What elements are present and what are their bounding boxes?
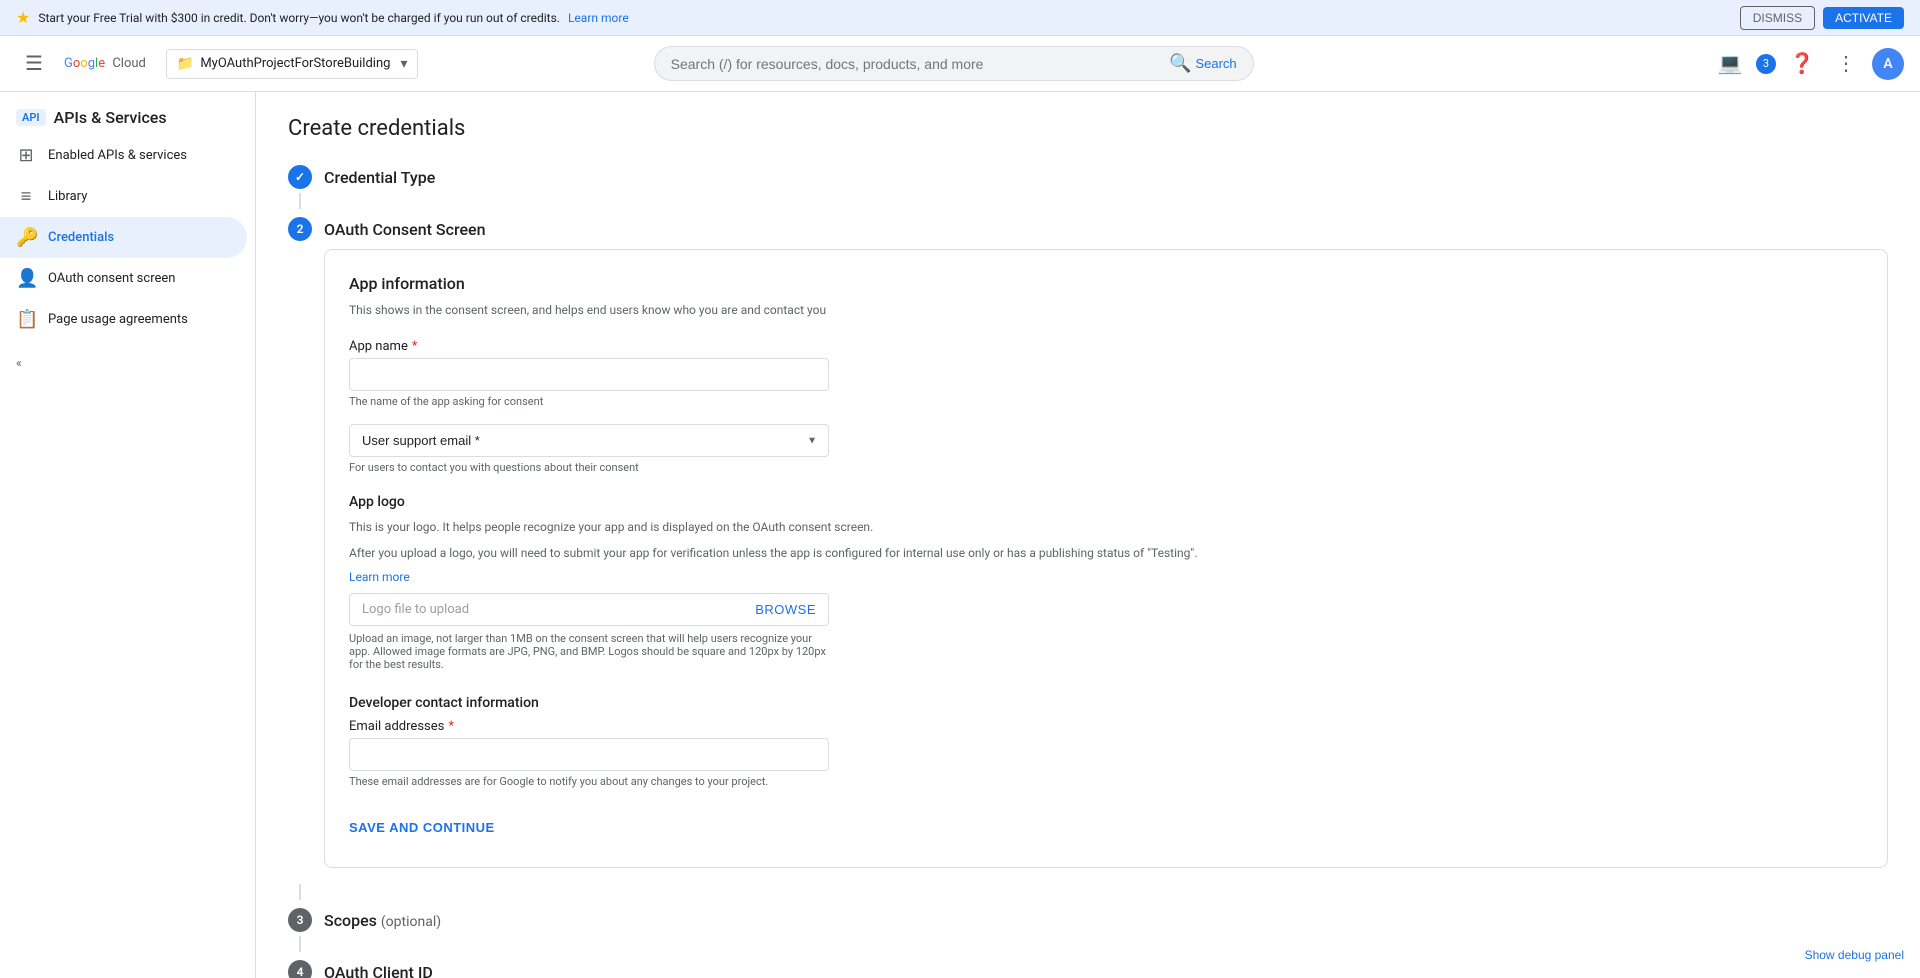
project-selector[interactable]: 📁 MyOAuthProjectForStoreBuilding ▾ bbox=[166, 49, 419, 79]
more-options-button[interactable]: ⋮ bbox=[1828, 46, 1864, 82]
top-banner: ★ Start your Free Trial with $300 in cre… bbox=[0, 0, 1920, 36]
credentials-icon: 🔑 bbox=[16, 227, 36, 248]
step-2-title: OAuth Consent Screen bbox=[324, 220, 486, 239]
step-2-section: 2 OAuth Consent Screen App information T… bbox=[288, 217, 1888, 900]
google-cloud-logo[interactable]: Google Cloud bbox=[64, 56, 146, 71]
banner-learn-more-link[interactable]: Learn more bbox=[568, 11, 629, 25]
page-usage-icon: 📋 bbox=[16, 309, 36, 330]
logo-text: Google Cloud bbox=[64, 56, 146, 71]
step-3-section: 3 Scopes (optional) bbox=[288, 908, 1888, 952]
help-button[interactable]: ❓ bbox=[1784, 46, 1820, 82]
header: ☰ Google Cloud 📁 MyOAuthProjectForStoreB… bbox=[0, 36, 1920, 92]
app-name-input[interactable] bbox=[349, 358, 829, 391]
email-addresses-hint: These email addresses are for Google to … bbox=[349, 775, 1863, 788]
step-3-title: Scopes (optional) bbox=[324, 911, 441, 930]
step-1-header: ✓ Credential Type bbox=[288, 165, 1888, 189]
developer-contact-title: Developer contact information bbox=[349, 695, 1863, 711]
browse-button[interactable]: BROWSE bbox=[755, 602, 816, 617]
app-logo-desc2: After you upload a logo, you will need t… bbox=[349, 544, 1863, 562]
terminal-button[interactable]: 💻 bbox=[1712, 46, 1748, 82]
page-title: Create credentials bbox=[288, 116, 1888, 141]
app-info-title: App information bbox=[349, 274, 1863, 293]
sidebar-item-library-label: Library bbox=[48, 189, 87, 204]
app-name-field: App name * The name of the app asking fo… bbox=[349, 339, 1863, 408]
email-addresses-input[interactable] bbox=[349, 738, 829, 771]
dismiss-button[interactable]: DISMISS bbox=[1740, 6, 1815, 30]
email-addresses-label: Email addresses * bbox=[349, 719, 1863, 734]
step-4-section: 4 OAuth Client ID bbox=[288, 960, 1888, 978]
user-support-email-wrapper: User support email * bbox=[349, 424, 829, 457]
step-2-circle: 2 bbox=[288, 217, 312, 241]
user-support-email-hint: For users to contact you with questions … bbox=[349, 461, 1863, 474]
app-name-hint: The name of the app asking for consent bbox=[349, 395, 1863, 408]
activate-button[interactable]: ACTIVATE bbox=[1823, 7, 1904, 29]
step-2-header: 2 OAuth Consent Screen bbox=[288, 217, 1888, 241]
sidebar-nav: ⊞ Enabled APIs & services ≡ Library 🔑 Cr… bbox=[0, 135, 255, 340]
sidebar-item-page-usage[interactable]: 📋 Page usage agreements bbox=[0, 299, 247, 340]
step-3-header: 3 Scopes (optional) bbox=[288, 908, 1888, 932]
app-name-required-star: * bbox=[412, 339, 418, 354]
logo-upload-hint: Upload an image, not larger than 1MB on … bbox=[349, 632, 829, 671]
sidebar-item-page-usage-label: Page usage agreements bbox=[48, 312, 188, 327]
chevron-down-icon: ▾ bbox=[400, 56, 407, 72]
oauth-icon: 👤 bbox=[16, 268, 36, 289]
search-icon: 🔍 bbox=[1169, 53, 1191, 74]
email-addresses-field: Email addresses * These email addresses … bbox=[349, 719, 1863, 788]
step-3-connector bbox=[299, 936, 301, 952]
logo-upload-area: Logo file to upload BROWSE bbox=[349, 593, 829, 626]
header-actions: 💻 3 ❓ ⋮ A bbox=[1712, 46, 1904, 82]
step-3-circle: 3 bbox=[288, 908, 312, 932]
avatar[interactable]: A bbox=[1872, 48, 1904, 80]
library-icon: ≡ bbox=[16, 186, 36, 207]
project-name: MyOAuthProjectForStoreBuilding bbox=[200, 56, 390, 71]
sidebar-title: APIs & Services bbox=[54, 108, 167, 127]
user-support-email-field: User support email * For users to contac… bbox=[349, 424, 1863, 474]
save-and-continue-button[interactable]: SAVE AND CONTINUE bbox=[349, 812, 495, 843]
email-required-star: * bbox=[448, 719, 454, 734]
collapse-icon: « bbox=[16, 356, 22, 370]
hamburger-menu-button[interactable]: ☰ bbox=[16, 46, 52, 82]
app-name-label: App name * bbox=[349, 339, 1863, 354]
main-content: Create credentials ✓ Credential Type 2 O… bbox=[256, 92, 1920, 978]
sidebar-item-enabled-label: Enabled APIs & services bbox=[48, 148, 187, 163]
step-1-section: ✓ Credential Type bbox=[288, 165, 1888, 209]
sidebar-item-enabled[interactable]: ⊞ Enabled APIs & services bbox=[0, 135, 247, 176]
app-logo-learn-more-link[interactable]: Learn more bbox=[349, 570, 410, 584]
user-support-email-select[interactable]: User support email * bbox=[349, 424, 829, 457]
step-4-title: OAuth Client ID bbox=[324, 963, 433, 978]
app-logo-title: App logo bbox=[349, 494, 1863, 510]
sidebar-item-credentials[interactable]: 🔑 Credentials bbox=[0, 217, 247, 258]
search-button[interactable]: 🔍 Search bbox=[1169, 53, 1237, 74]
grid-icon: ⊞ bbox=[16, 145, 36, 166]
sidebar-api-header: API APIs & Services bbox=[0, 92, 255, 135]
sidebar: API APIs & Services ⊞ Enabled APIs & ser… bbox=[0, 92, 256, 978]
step-4-circle: 4 bbox=[288, 960, 312, 978]
app-logo-desc1: This is your logo. It helps people recog… bbox=[349, 518, 1863, 536]
search-bar: 🔍 Search bbox=[654, 46, 1254, 81]
app-information-section: App information This shows in the consen… bbox=[324, 249, 1888, 868]
folder-icon: 📁 bbox=[177, 56, 194, 72]
search-input[interactable] bbox=[671, 56, 1161, 72]
api-badge: API bbox=[16, 109, 46, 126]
step-1-title: Credential Type bbox=[324, 168, 435, 187]
app-layout: API APIs & Services ⊞ Enabled APIs & ser… bbox=[0, 92, 1920, 978]
step-2-connector bbox=[299, 884, 301, 900]
sidebar-item-library[interactable]: ≡ Library bbox=[0, 176, 247, 217]
step-4-header: 4 OAuth Client ID bbox=[288, 960, 1888, 978]
debug-panel-button[interactable]: Show debug panel bbox=[1805, 948, 1904, 962]
notification-badge[interactable]: 3 bbox=[1756, 54, 1776, 74]
sidebar-item-credentials-label: Credentials bbox=[48, 230, 114, 245]
step-1-connector bbox=[299, 193, 301, 209]
step-1-circle: ✓ bbox=[288, 165, 312, 189]
sidebar-item-oauth-label: OAuth consent screen bbox=[48, 271, 175, 286]
sidebar-item-oauth[interactable]: 👤 OAuth consent screen bbox=[0, 258, 247, 299]
app-info-desc: This shows in the consent screen, and he… bbox=[349, 301, 1863, 319]
star-icon: ★ bbox=[16, 8, 30, 27]
banner-text: Start your Free Trial with $300 in credi… bbox=[38, 11, 560, 25]
sidebar-collapse-toggle[interactable]: « bbox=[0, 340, 255, 386]
logo-upload-placeholder: Logo file to upload bbox=[362, 602, 469, 617]
